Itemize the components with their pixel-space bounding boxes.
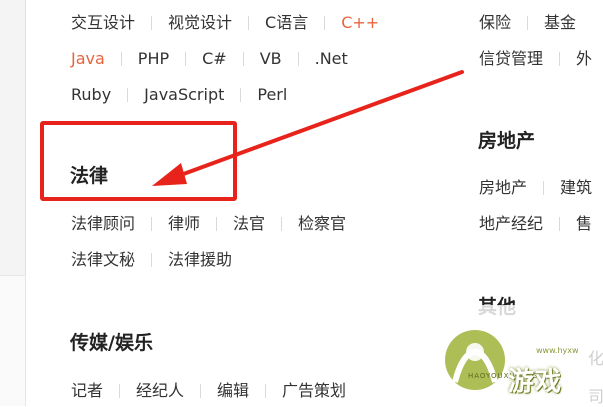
partial-item: 司 bbox=[588, 387, 603, 406]
watermark-url: www.hyxw bbox=[536, 346, 579, 355]
game-logo-icon bbox=[445, 330, 505, 390]
watermark-text: 游戏 bbox=[508, 367, 563, 397]
partial-item: 化 bbox=[588, 349, 603, 368]
